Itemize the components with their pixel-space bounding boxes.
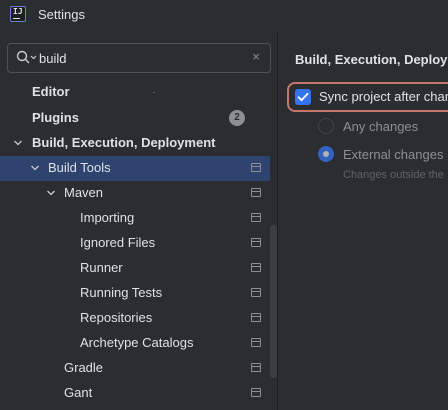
tree-item-editor[interactable]: Editor: [0, 80, 270, 105]
project-settings-icon: [251, 363, 261, 372]
project-settings-icon: [251, 188, 261, 197]
tree-item-running-tests[interactable]: Running Tests: [0, 281, 270, 306]
project-settings-icon: [251, 263, 261, 272]
project-settings-icon: [251, 163, 261, 172]
external-changes-label: External changes: [343, 147, 444, 162]
settings-content: Build, Execution, Deployme Sync project …: [278, 32, 448, 410]
external-changes-radio[interactable]: [318, 146, 334, 162]
project-settings-icon: [251, 288, 261, 297]
tree-item-label: Importing: [80, 210, 135, 225]
tree-item-ignored-files[interactable]: Ignored Files: [0, 231, 270, 256]
checkmark-icon: [297, 92, 309, 102]
title-bar: IJ Settings: [0, 0, 448, 32]
project-settings-icon: [251, 388, 261, 397]
project-settings-icon: [251, 338, 261, 347]
tree-item-gant[interactable]: Gant: [0, 381, 270, 406]
project-settings-icon: [251, 313, 261, 322]
tree-item-gradle[interactable]: Gradle: [0, 356, 270, 381]
tree-item-label: Repositories: [80, 310, 153, 325]
tree-item-label: Build, Execution, Deployment: [32, 135, 216, 150]
chevron-down-icon[interactable]: [31, 164, 39, 172]
any-changes-radio[interactable]: [318, 118, 334, 134]
tree-item-label: Gradle: [64, 360, 104, 375]
tree-item-archetype-catalogs[interactable]: Archetype Catalogs: [0, 331, 270, 356]
tree-item-maven[interactable]: Maven: [0, 181, 270, 206]
breadcrumb: Build, Execution, Deployme: [295, 52, 448, 67]
chevron-down-icon[interactable]: [47, 189, 55, 197]
tree-item-repositories[interactable]: Repositories: [0, 306, 270, 331]
tree-item-label: Running Tests: [80, 285, 163, 300]
clear-search-icon[interactable]: ×: [250, 50, 262, 63]
tree-item-label: Editor: [32, 84, 70, 99]
search-icon[interactable]: [16, 50, 38, 66]
settings-sidebar: × Editor Plugins 2 Build, Execution, Dep…: [0, 32, 278, 410]
tree-item-label: Build Tools: [48, 160, 111, 175]
sync-project-option[interactable]: Sync project after chang: [287, 82, 448, 112]
tree-item-build-tools[interactable]: Build Tools: [0, 156, 270, 181]
app-logo-icon: IJ: [10, 6, 26, 22]
divider-dot: [153, 92, 155, 93]
any-changes-label: Any changes: [343, 119, 419, 134]
tree-item-plugins[interactable]: Plugins 2: [0, 106, 270, 131]
sync-project-label: Sync project after chang: [319, 89, 448, 104]
tree-item-runner[interactable]: Runner: [0, 256, 270, 281]
sidebar-scrollbar-thumb[interactable]: [270, 225, 277, 378]
project-settings-icon: [251, 238, 261, 247]
tree-item-importing[interactable]: Importing: [0, 206, 270, 231]
sync-project-checkbox[interactable]: [295, 89, 311, 105]
project-settings-icon: [251, 213, 261, 222]
plugins-count-badge: 2: [229, 110, 245, 126]
tree-item-label: Gant: [64, 385, 93, 400]
search-field[interactable]: ×: [7, 43, 271, 73]
tree-item-label: Archetype Catalogs: [80, 335, 194, 350]
tree-item-label: Runner: [80, 260, 123, 275]
tree-item-build-execution-deployment[interactable]: Build, Execution, Deployment: [0, 131, 270, 156]
chevron-down-icon[interactable]: [14, 139, 22, 147]
search-input[interactable]: [39, 48, 239, 68]
window-title: Settings: [38, 7, 85, 22]
tree-item-label: Ignored Files: [80, 235, 156, 250]
tree-item-label: Maven: [64, 185, 104, 200]
tree-item-label: Plugins: [32, 110, 79, 125]
external-changes-hint: Changes outside the: [343, 169, 444, 181]
